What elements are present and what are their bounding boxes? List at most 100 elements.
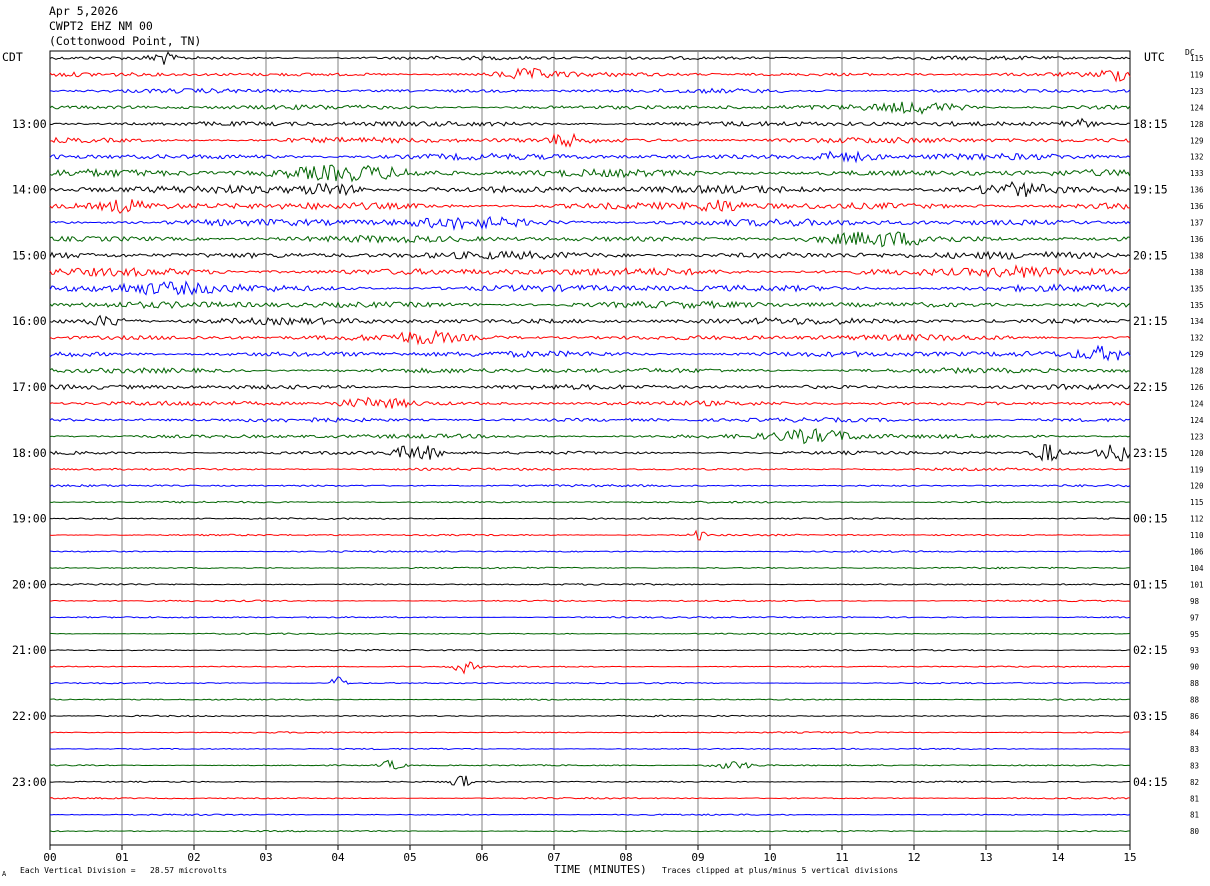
dc-value: 104	[1190, 564, 1204, 573]
trace-row	[49, 67, 1131, 83]
dc-value: 83	[1190, 761, 1199, 770]
dc-value: 134	[1190, 317, 1204, 326]
trace-row	[49, 775, 1130, 787]
trace-row	[49, 199, 1130, 214]
left-hour-label: 16:00	[12, 314, 47, 328]
dc-value: 83	[1190, 745, 1199, 754]
dc-value: 128	[1190, 120, 1204, 129]
dc-value: 124	[1190, 416, 1204, 425]
trace-row	[49, 517, 1131, 521]
trace-row	[49, 87, 1131, 95]
trace-row	[49, 444, 1131, 462]
dc-value: 124	[1190, 103, 1204, 112]
trace-row	[49, 428, 1131, 445]
dc-value: 132	[1190, 153, 1204, 162]
x-tick-label: 11	[835, 851, 848, 864]
dc-value: 132	[1190, 334, 1204, 343]
trace-row	[49, 632, 1131, 636]
dc-value: 120	[1190, 482, 1204, 491]
dc-value: 123	[1190, 87, 1204, 96]
trace-row	[49, 280, 1131, 296]
left-hour-label: 19:00	[12, 512, 47, 526]
trace-row	[49, 731, 1130, 734]
trace-row	[49, 550, 1131, 553]
right-hour-label: 21:15	[1133, 314, 1168, 328]
trace-row	[49, 796, 1130, 800]
trace-row	[49, 250, 1131, 260]
dc-value: 112	[1190, 515, 1204, 524]
trace-row	[49, 676, 1131, 685]
trace-row	[49, 132, 1131, 148]
dc-value: 95	[1190, 630, 1199, 639]
dc-value: 81	[1190, 794, 1199, 803]
trace-row	[49, 616, 1131, 619]
right-hour-label: 19:15	[1133, 183, 1168, 197]
dc-value: 137	[1190, 219, 1204, 228]
x-tick-label: 13	[979, 851, 992, 864]
trace-row	[49, 344, 1131, 362]
trace-row	[49, 101, 1131, 115]
trace-row	[49, 329, 1131, 346]
dc-value: 84	[1190, 728, 1200, 737]
trace-row	[49, 383, 1131, 391]
dc-value: 88	[1190, 679, 1200, 688]
dc-value: 136	[1190, 235, 1204, 244]
x-tick-label: 09	[691, 851, 704, 864]
left-hour-label: 15:00	[12, 248, 47, 262]
x-tick-label: 12	[907, 851, 920, 864]
dc-value: 88	[1190, 696, 1200, 705]
trace-row	[49, 714, 1131, 718]
dc-value: 81	[1190, 811, 1199, 820]
left-hour-label: 21:00	[12, 643, 47, 657]
helicorder-plot: 00 01 02 03 04 05 06 07 08 09 10 11 12 13 14 1511511912…	[12, 50, 1204, 864]
dc-value: 129	[1190, 350, 1204, 359]
right-hour-label: 20:15	[1133, 248, 1168, 262]
left-hour-label: 20:00	[12, 577, 47, 591]
right-hour-label: 00:15	[1133, 512, 1168, 526]
x-tick-label: 10	[763, 851, 776, 864]
x-tick-label: 00	[43, 851, 56, 864]
corner-mark: A	[2, 870, 7, 878]
dc-value: 126	[1190, 383, 1204, 392]
dc-value: 98	[1190, 597, 1200, 606]
dc-value: 115	[1190, 498, 1204, 507]
dc-value: 119	[1190, 465, 1204, 474]
trace-row	[49, 467, 1130, 472]
dc-value: 136	[1190, 202, 1204, 211]
dc-value: 110	[1190, 531, 1204, 540]
dc-value: 138	[1190, 268, 1204, 277]
right-hour-label: 04:15	[1133, 775, 1168, 789]
trace-row	[49, 529, 1131, 541]
clip-note: Traces clipped at plus/minus 5 vertical …	[662, 866, 899, 875]
dc-value: 80	[1190, 827, 1200, 836]
dc-value: 106	[1190, 548, 1204, 557]
dc-value: 133	[1190, 169, 1204, 178]
left-hour-label: 17:00	[12, 380, 47, 394]
trace-row	[49, 747, 1131, 751]
dc-value: 93	[1190, 646, 1199, 655]
x-tick-label: 06	[475, 851, 488, 864]
dc-value: 136	[1190, 186, 1204, 195]
trace-row	[49, 231, 1131, 248]
dc-value: 138	[1190, 251, 1204, 260]
trace-row	[49, 117, 1131, 128]
right-hour-label: 18:15	[1133, 117, 1168, 131]
dc-value: 90	[1190, 663, 1200, 672]
right-hour-label: 23:15	[1133, 446, 1168, 460]
x-tick-label: 02	[187, 851, 200, 864]
trace-row	[49, 300, 1131, 310]
trace-row	[49, 216, 1131, 231]
plot-frame	[49, 50, 1131, 846]
dc-value: 120	[1190, 449, 1204, 458]
dc-value: 82	[1190, 778, 1199, 787]
x-axis-label: TIME (MINUTES)	[554, 863, 647, 876]
trace-row	[49, 181, 1131, 198]
trace-row	[49, 416, 1131, 424]
dc-value: 135	[1190, 301, 1204, 310]
left-hour-label: 14:00	[12, 183, 47, 197]
trace-row	[49, 483, 1131, 488]
trace-row	[49, 698, 1130, 701]
scale-note: Each Vertical Division = 28.57 microvolt…	[20, 866, 228, 875]
trace-row	[49, 366, 1131, 375]
trace-row	[49, 813, 1131, 816]
